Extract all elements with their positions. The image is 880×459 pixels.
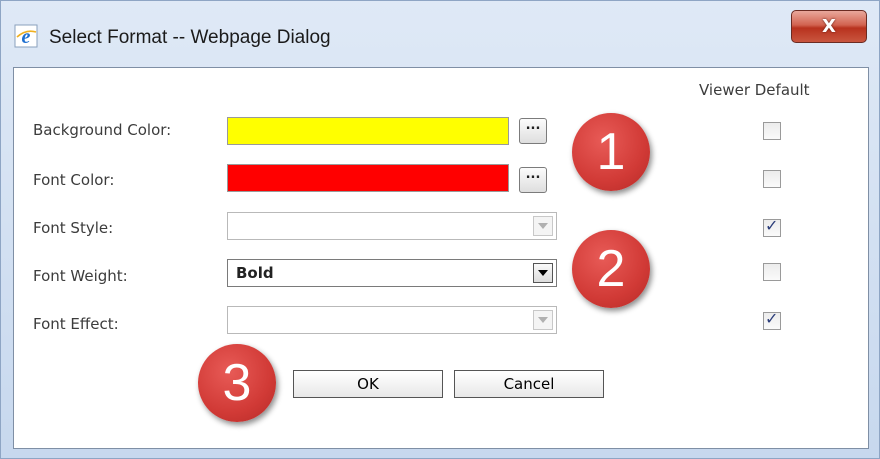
ok-button[interactable]: OK (293, 370, 443, 398)
font-color-picker-button[interactable]: ... (519, 167, 547, 193)
background-color-label: Background Color: (33, 121, 172, 139)
font-color-viewer-default-checkbox[interactable] (763, 170, 781, 188)
title-bar[interactable]: e Select Format -- Webpage Dialog X (1, 1, 880, 59)
font-color-swatch[interactable] (227, 164, 509, 192)
svg-text:e: e (22, 26, 31, 48)
viewer-default-header: Viewer Default (699, 81, 810, 99)
font-weight-label: Font Weight: (33, 267, 128, 285)
font-style-label: Font Style: (33, 219, 114, 237)
cancel-button[interactable]: Cancel (454, 370, 604, 398)
font-color-label: Font Color: (33, 171, 115, 189)
close-button[interactable]: X (791, 10, 867, 43)
chevron-down-icon[interactable] (533, 310, 553, 330)
dialog-window: e Select Format -- Webpage Dialog X View… (0, 0, 880, 459)
font-effect-select[interactable] (227, 306, 557, 334)
chevron-down-icon[interactable] (533, 216, 553, 236)
font-weight-select[interactable]: Bold (227, 259, 557, 287)
callout-badge-3: 3 (198, 344, 276, 422)
ie-icon: e (14, 24, 38, 48)
callout-badge-1: 1 (572, 113, 650, 191)
background-color-picker-button[interactable]: ... (519, 118, 547, 144)
background-color-swatch[interactable] (227, 117, 509, 145)
font-weight-value: Bold (236, 264, 274, 282)
chevron-down-icon[interactable] (533, 263, 553, 283)
font-style-select[interactable] (227, 212, 557, 240)
close-icon: X (822, 16, 836, 37)
font-effect-viewer-default-checkbox[interactable]: ✓ (763, 309, 781, 330)
callout-badge-2: 2 (572, 230, 650, 308)
window-title: Select Format -- Webpage Dialog (49, 27, 331, 48)
font-weight-viewer-default-checkbox[interactable] (763, 263, 781, 281)
font-style-viewer-default-checkbox[interactable]: ✓ (763, 216, 781, 237)
font-effect-label: Font Effect: (33, 315, 119, 333)
background-color-viewer-default-checkbox[interactable] (763, 122, 781, 140)
